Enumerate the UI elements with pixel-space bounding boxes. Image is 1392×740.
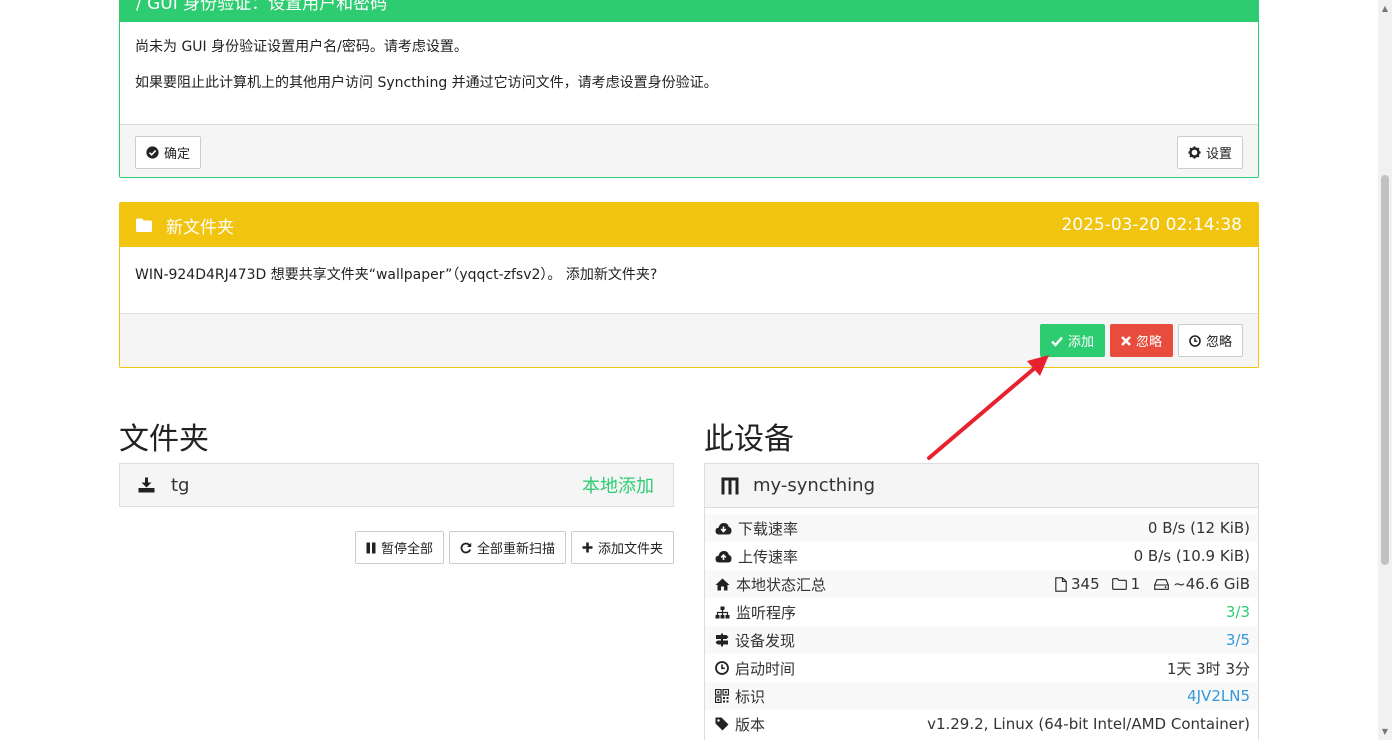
folder-item-tg[interactable]: tg 本地添加	[119, 463, 674, 507]
sitemap-icon	[715, 606, 730, 619]
device-stats-table: 下载速率 0 B/s (12 KiB) 上传速率 0 B/s (10.9 KiB…	[705, 508, 1258, 738]
uptime-label: 启动时间	[735, 659, 796, 678]
settings-button[interactable]: 设置	[1176, 135, 1243, 169]
upload-rate-value: 0 B/s (10.9 KiB)	[1133, 547, 1250, 565]
new-folder-notice-heading: 新文件夹 2025-03-20 02:14:38	[120, 203, 1258, 247]
ignore-folder-share-label: 忽略	[1135, 334, 1162, 349]
device-identicon	[721, 477, 739, 495]
local-size: ~46.6 GiB	[1173, 575, 1250, 593]
local-dirs-count: 1	[1130, 575, 1141, 593]
check-circle-icon	[146, 145, 159, 159]
uptime-value: 1天 3时 3分	[1166, 659, 1250, 678]
folder-name: tg	[171, 474, 190, 496]
download-icon	[138, 477, 155, 493]
new-folder-notice-title: 新文件夹	[166, 217, 234, 238]
plus-icon	[582, 542, 593, 553]
ok-button[interactable]: 确定	[135, 135, 202, 169]
download-rate-value: 0 B/s (12 KiB)	[1147, 519, 1250, 537]
cloud-download-icon	[715, 522, 732, 535]
identity-row: 标识 4JV2LN5	[705, 682, 1258, 710]
upload-rate-row: 上传速率 0 B/s (10.9 KiB)	[705, 542, 1258, 570]
this-device-panel: my-syncthing 下载速率 0 B/s (12 KiB) 上传速率 0 …	[704, 463, 1259, 740]
folder-status: 本地添加	[582, 476, 654, 497]
listeners-row: 监听程序 3/3	[705, 598, 1258, 626]
times-icon	[1121, 335, 1131, 346]
refresh-icon	[460, 542, 472, 554]
folder-icon	[136, 218, 152, 232]
gui-auth-notice-line1: 尚未为 GUI 身份验证设置用户名/密码。请考虑设置。	[135, 39, 468, 55]
add-folder-label: 添加文件夹	[597, 541, 663, 556]
device-name: my-syncthing	[753, 475, 876, 496]
clock-icon	[1189, 334, 1201, 347]
page-scrollbar[interactable]: ▲ ▼	[1378, 0, 1392, 740]
add-folder-share-button[interactable]: 添加	[1039, 324, 1105, 357]
version-label: 版本	[735, 715, 766, 734]
settings-button-label: 设置	[1205, 145, 1232, 161]
home-icon	[715, 578, 730, 591]
uptime-row: 启动时间 1天 3时 3分	[705, 654, 1258, 682]
local-state-label: 本地状态汇总	[736, 575, 827, 594]
dismiss-folder-share-label: 忽略	[1205, 334, 1232, 349]
gui-auth-notice-body: 尚未为 GUI 身份验证设置用户名/密码。请考虑设置。 如果要阻止此计算机上的其…	[120, 22, 1258, 124]
listeners-label: 监听程序	[736, 603, 797, 622]
version-value: v1.29.2, Linux (64-bit Intel/AMD Contain…	[927, 715, 1250, 733]
hdd-icon	[1154, 578, 1170, 590]
ignore-folder-share-button[interactable]: 忽略	[1109, 324, 1173, 357]
rescan-all-label: 全部重新扫描	[476, 541, 555, 556]
upload-rate-label: 上传速率	[738, 547, 799, 566]
gui-auth-notice-panel: / GUI 身份验证：设置用户和密码 尚未为 GUI 身份验证设置用户名/密码。…	[119, 0, 1259, 178]
check-icon	[1051, 335, 1063, 347]
gui-auth-notice-line2: 如果要阻止此计算机上的其他用户访问 Syncthing 并通过它访问文件，请考虑…	[135, 75, 718, 91]
pause-all-button[interactable]: 暂停全部	[354, 531, 444, 564]
discovery-value[interactable]: 3/5	[1226, 631, 1250, 649]
local-files-count: 345	[1070, 575, 1100, 593]
folders-heading: 文件夹	[119, 422, 209, 457]
new-folder-notice-message: WIN-924D4RJ473D 想要共享文件夹“wallpaper”（yqqct…	[135, 267, 658, 283]
new-folder-notice-footer: 添加 忽略 忽略	[120, 313, 1258, 367]
add-folder-button[interactable]: 添加文件夹	[570, 531, 674, 564]
rescan-all-button[interactable]: 全部重新扫描	[448, 531, 566, 564]
scroll-up-icon[interactable]: ▲	[1381, 4, 1389, 13]
tag-icon	[715, 717, 729, 731]
scroll-down-icon[interactable]: ▼	[1381, 727, 1389, 736]
identity-label: 标识	[735, 687, 766, 706]
gui-auth-notice-heading: / GUI 身份验证：设置用户和密码	[120, 0, 1258, 22]
new-folder-notice-timestamp: 2025-03-20 02:14:38	[1061, 215, 1242, 235]
dismiss-folder-share-button[interactable]: 忽略	[1177, 324, 1243, 357]
discovery-row: 设备发现 3/5	[705, 626, 1258, 654]
pause-icon	[366, 542, 376, 554]
clock-icon	[715, 661, 729, 675]
add-folder-share-label: 添加	[1067, 334, 1094, 349]
cloud-upload-icon	[715, 550, 732, 563]
qrcode-icon	[715, 689, 729, 703]
gear-icon	[1188, 145, 1201, 159]
gui-auth-notice-footer: 确定 设置	[120, 124, 1258, 177]
folder-actions: 暂停全部 全部重新扫描 添加文件夹	[354, 531, 674, 564]
folder-outline-icon	[1111, 578, 1127, 590]
version-row: 版本 v1.29.2, Linux (64-bit Intel/AMD Cont…	[705, 710, 1258, 738]
new-folder-notice-body: WIN-924D4RJ473D 想要共享文件夹“wallpaper”（yqqct…	[120, 247, 1258, 313]
ok-button-label: 确定	[164, 145, 191, 161]
download-rate-row: 下载速率 0 B/s (12 KiB)	[705, 514, 1258, 542]
listeners-value[interactable]: 3/3	[1226, 603, 1250, 621]
gui-auth-notice-title: / GUI 身份验证：设置用户和密码	[136, 0, 388, 14]
this-device-heading: 此设备	[704, 422, 794, 457]
identity-value[interactable]: 4JV2LN5	[1187, 687, 1250, 705]
device-header[interactable]: my-syncthing	[705, 464, 1258, 508]
file-icon	[1055, 576, 1067, 592]
local-state-row: 本地状态汇总 345 1 ~46.6 GiB	[705, 570, 1258, 598]
signpost-icon	[715, 633, 729, 647]
pause-all-label: 暂停全部	[380, 541, 433, 556]
download-rate-label: 下载速率	[738, 519, 799, 538]
discovery-label: 设备发现	[735, 631, 796, 650]
new-folder-notice-panel: 新文件夹 2025-03-20 02:14:38 WIN-924D4RJ473D…	[119, 202, 1259, 368]
scrollbar-thumb[interactable]	[1381, 175, 1389, 565]
